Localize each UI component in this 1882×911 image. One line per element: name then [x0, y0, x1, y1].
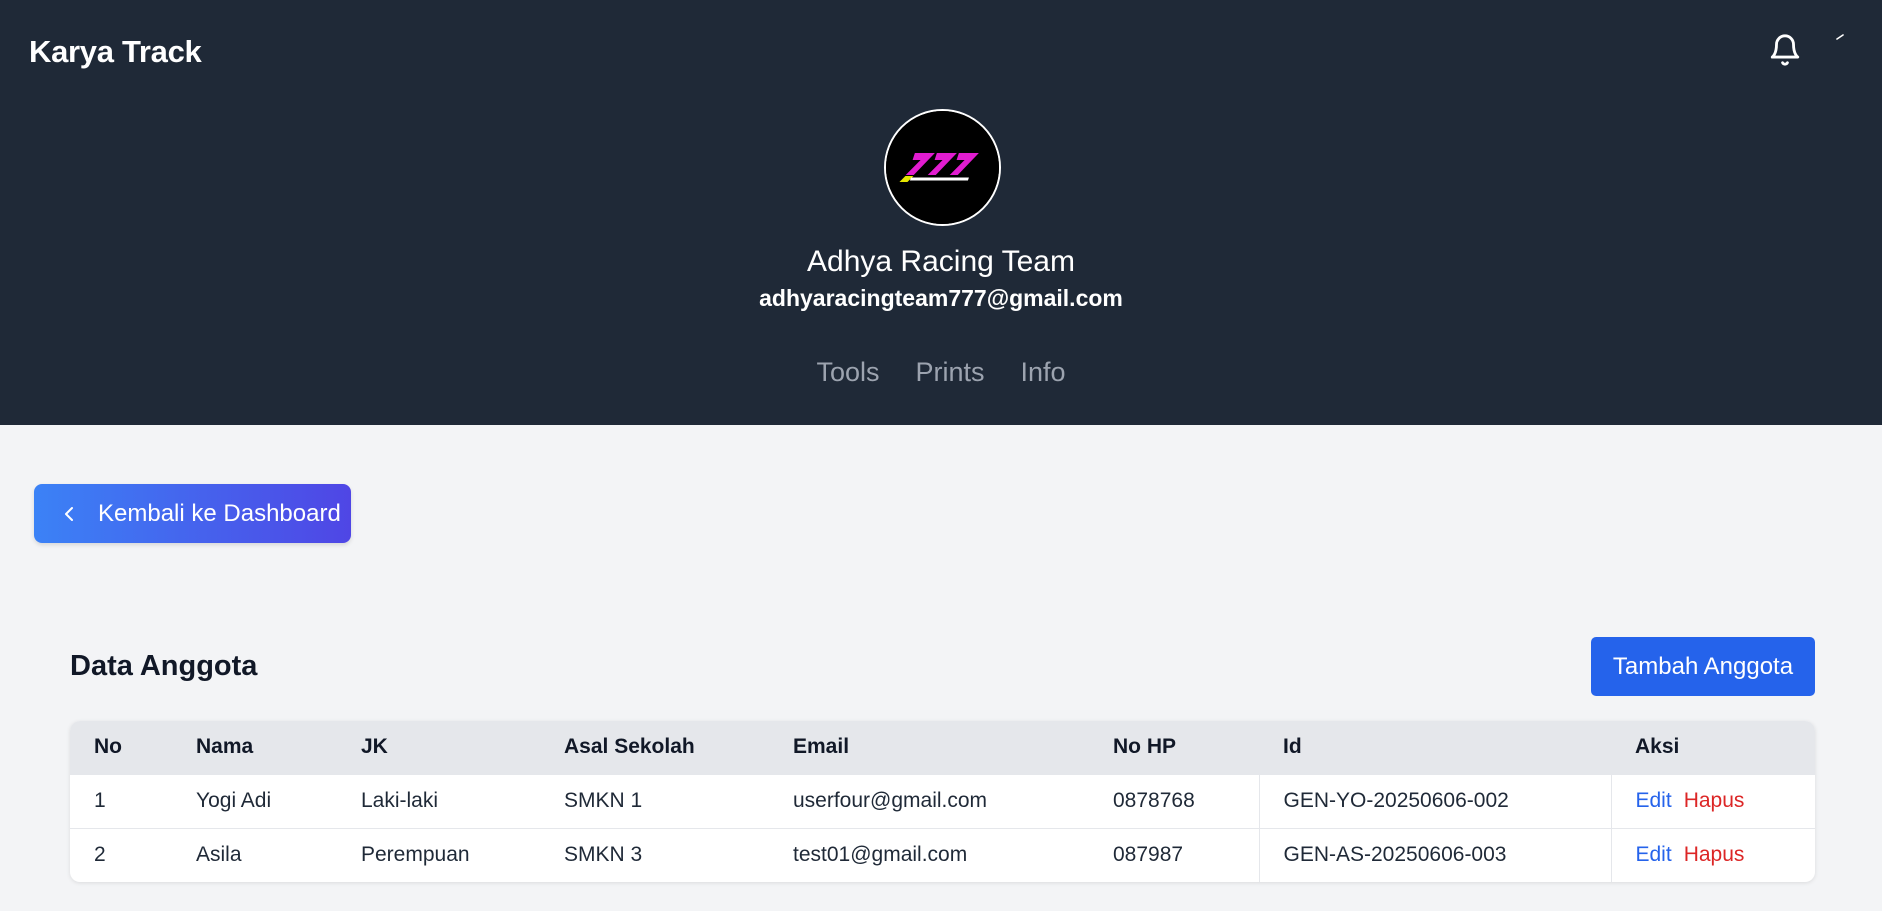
team-logo-icon: [886, 111, 999, 224]
nav-info[interactable]: Info: [1021, 357, 1066, 388]
col-asal-sekolah: Asal Sekolah: [564, 735, 695, 759]
chevron-left-icon: [65, 506, 73, 521]
delete-button[interactable]: Hapus: [1684, 789, 1745, 812]
delete-button[interactable]: Hapus: [1684, 843, 1745, 866]
cell-id: GEN-YO-20250606-002: [1258, 774, 1611, 828]
team-name: Adhya Racing Team: [807, 245, 1075, 278]
nav-prints[interactable]: Prints: [915, 357, 984, 388]
cell-id: GEN-AS-20250606-003: [1258, 828, 1611, 882]
add-member-button[interactable]: Tambah Anggota: [1591, 637, 1815, 696]
edit-button[interactable]: Edit: [1636, 789, 1672, 812]
back-button-label: Kembali ke Dashboard: [98, 499, 341, 527]
cell-nama: Yogi Adi: [196, 789, 272, 812]
cell-no: 2: [94, 843, 106, 867]
back-to-dashboard-button[interactable]: Kembali ke Dashboard: [34, 484, 351, 543]
cell-sekolah: SMKN 1: [564, 789, 643, 812]
col-no-hp: No HP: [1113, 735, 1176, 759]
col-no: No: [94, 735, 122, 759]
profile-nav: Tools Prints Info: [0, 357, 1882, 388]
table-header-row: No Nama JK Asal Sekolah Email No HP Id A…: [70, 721, 1815, 774]
cell-sekolah: SMKN 3: [564, 843, 643, 867]
col-email: Email: [793, 735, 850, 759]
cell-actions: Edit Hapus: [1610, 774, 1815, 828]
cell-no: 1: [94, 789, 106, 812]
col-nama: Nama: [196, 735, 254, 759]
team-avatar: [884, 109, 1001, 226]
cell-nama: Asila: [196, 843, 242, 867]
cell-jk: Laki-laki: [361, 789, 439, 812]
cell-email: test01@gmail.com: [793, 843, 968, 867]
profile-header: Karya Track Adhya Racing Team adhyaracin…: [0, 0, 1882, 425]
cell-hp: 0878768: [1113, 789, 1195, 812]
col-id: Id: [1283, 735, 1302, 759]
table-row: 2 Asila Perempuan SMKN 3 test01@gmail.co…: [70, 828, 1815, 882]
cell-email: userfour@gmail.com: [793, 789, 988, 812]
user-menu-icon[interactable]: [1836, 34, 1844, 40]
cell-hp: 087987: [1113, 843, 1184, 867]
app-title: Karya Track: [29, 34, 202, 69]
team-email: adhyaracingteam777@gmail.com: [759, 285, 1123, 311]
bell-icon[interactable]: [1768, 32, 1802, 68]
edit-button[interactable]: Edit: [1636, 843, 1672, 866]
cell-actions: Edit Hapus: [1610, 828, 1815, 882]
col-aksi: Aksi: [1635, 735, 1680, 759]
members-table: No Nama JK Asal Sekolah Email No HP Id A…: [70, 721, 1815, 882]
table-row: 1 Yogi Adi Laki-laki SMKN 1 userfour@gma…: [70, 774, 1815, 828]
members-title: Data Anggota: [70, 650, 258, 682]
nav-tools[interactable]: Tools: [816, 357, 879, 388]
col-jk: JK: [361, 735, 388, 759]
cell-jk: Perempuan: [361, 843, 470, 867]
